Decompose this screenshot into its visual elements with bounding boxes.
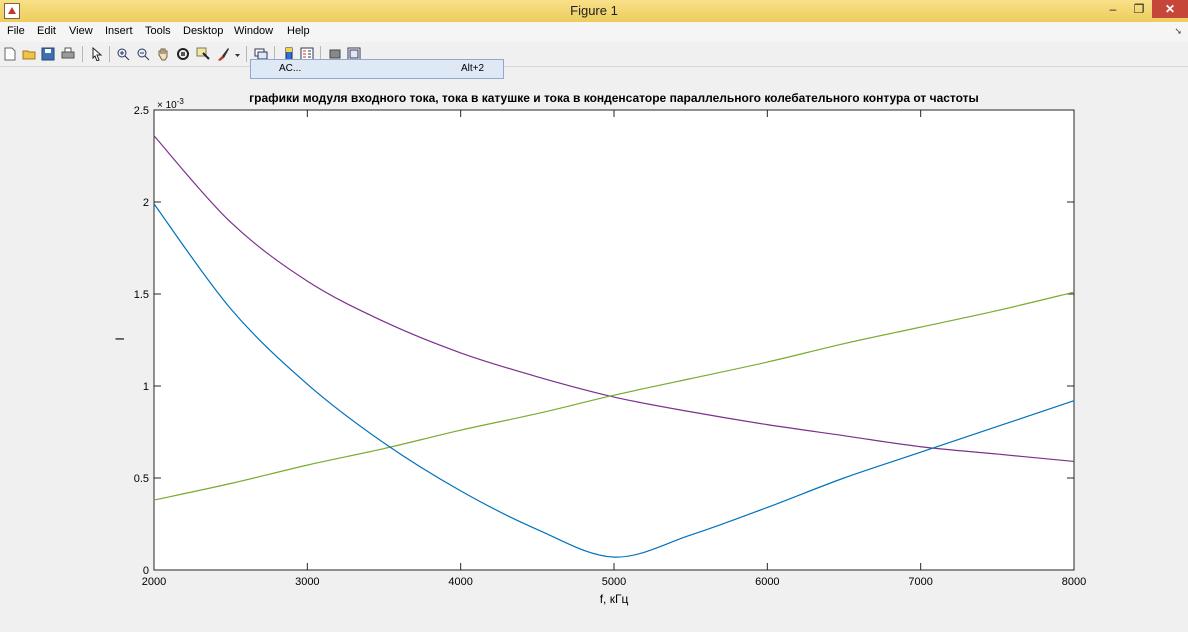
y-tick-label: 1	[143, 381, 149, 393]
popup-item-shortcut: Alt+2	[461, 63, 485, 74]
x-tick-label: 6000	[755, 576, 779, 588]
figure-canvas: графики модуля входного тока, тока в кат…	[113, 91, 1086, 606]
y-tick-label: 0.5	[134, 473, 149, 485]
y-exponent-base: × 10	[157, 100, 177, 111]
popup-item-ac[interactable]: AC...	[279, 63, 301, 74]
y-exponent-power: -3	[177, 97, 185, 106]
x-tick-label: 8000	[1062, 576, 1086, 588]
y-tick-label: 2	[143, 197, 149, 209]
plot-area	[153, 109, 1075, 571]
y-exponent-label: × 10-3	[157, 97, 184, 111]
x-tick-label: 4000	[448, 576, 472, 588]
x-tick-label: 5000	[602, 576, 626, 588]
chart-title: графики модуля входного тока, тока в кат…	[249, 91, 979, 105]
x-tick-label: 7000	[908, 576, 932, 588]
y-tick-label: 2.5	[134, 105, 149, 117]
y-tick-label: 0	[143, 565, 149, 577]
x-axis-label: f, кГц	[600, 592, 629, 606]
y-axis-label: I	[113, 337, 127, 340]
popup-menu: AC... Alt+2	[250, 59, 504, 79]
x-tick-label: 3000	[295, 576, 319, 588]
y-tick-label: 1.5	[134, 289, 149, 301]
x-tick-label: 2000	[142, 576, 166, 588]
